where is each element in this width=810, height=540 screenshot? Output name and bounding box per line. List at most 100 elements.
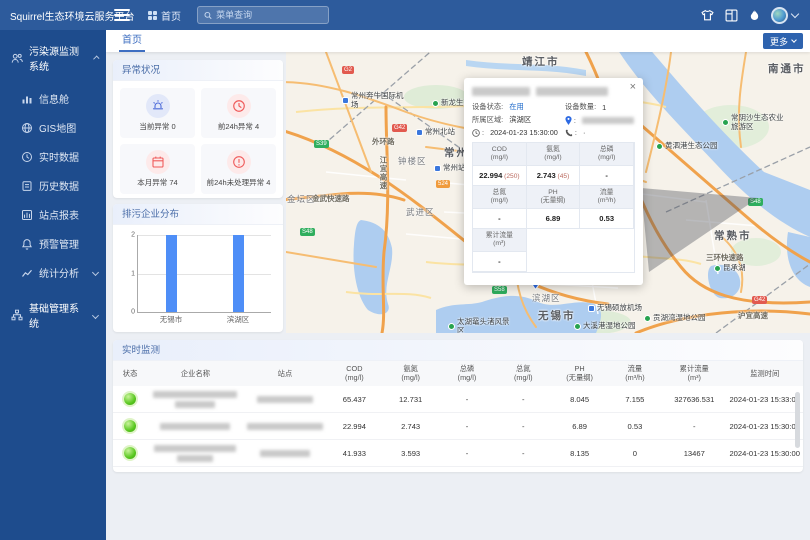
sidebar-item-历史数据[interactable]: 历史数据 bbox=[0, 171, 106, 200]
road-badge: G42 bbox=[752, 296, 767, 304]
layout-screen-icon[interactable] bbox=[725, 9, 738, 22]
value-cell: - bbox=[495, 386, 551, 413]
siren-icon bbox=[146, 94, 170, 118]
status-cell bbox=[113, 386, 147, 413]
menu-search[interactable] bbox=[197, 6, 329, 24]
alert-icon bbox=[227, 150, 251, 174]
abnormal-card-label: 前24h异常 4 bbox=[218, 121, 259, 132]
value-cell: 41.933 bbox=[326, 440, 382, 467]
hamburger-menu-icon[interactable] bbox=[114, 9, 130, 21]
column-header-累计流量: 累计流量(m³) bbox=[662, 361, 726, 386]
map-label-南通市: 南通市 bbox=[768, 61, 806, 76]
value-cell: - bbox=[495, 413, 551, 440]
sidebar-item-信息舱[interactable]: 信息舱 bbox=[0, 84, 106, 113]
sidebar-item-统计分析[interactable]: 统计分析 bbox=[0, 258, 106, 287]
sidebar-section-基础管理系统[interactable]: 基础管理系统 bbox=[0, 287, 106, 341]
poi-green-icon bbox=[644, 315, 651, 322]
close-icon[interactable]: × bbox=[630, 81, 636, 93]
users-icon bbox=[11, 52, 23, 64]
abnormal-card[interactable]: 当前异常 0 bbox=[120, 88, 195, 138]
chevron-down-icon bbox=[92, 269, 99, 276]
pin-icon bbox=[565, 116, 572, 125]
column-header-PH: PH(无量纲) bbox=[551, 361, 607, 386]
tab-home[interactable]: 首页 bbox=[119, 30, 145, 52]
breadcrumb-label: 首页 bbox=[161, 8, 181, 23]
flame-icon[interactable] bbox=[749, 9, 760, 22]
more-button[interactable]: 更多 bbox=[763, 33, 803, 49]
breadcrumb[interactable]: 首页 bbox=[148, 8, 181, 23]
topbar-actions bbox=[701, 7, 810, 24]
sidebar-section-label: 基础管理系统 bbox=[29, 300, 87, 330]
empty-cell bbox=[527, 252, 634, 272]
company-name-redacted bbox=[147, 440, 244, 467]
chart-ytick: 0 bbox=[123, 309, 135, 316]
value-cell: 65.437 bbox=[326, 386, 382, 413]
stats-icon bbox=[21, 267, 33, 279]
metric-header: 总磷(mg/l) bbox=[580, 143, 634, 166]
sidebar-item-GIS地图[interactable]: GIS地图 bbox=[0, 113, 106, 142]
station-name-redacted bbox=[244, 440, 326, 467]
abnormal-card-label: 前24h未处理异常 4 bbox=[207, 177, 271, 188]
sidebar-section-label: 污染源监测系统 bbox=[29, 43, 88, 73]
table-row[interactable]: 41.9333.593--8.1350134672024-01-23 15:30… bbox=[113, 440, 803, 467]
abnormal-card[interactable]: 前24h异常 4 bbox=[201, 88, 276, 138]
sidebar-item-label: 历史数据 bbox=[39, 178, 79, 193]
popup-time: : 2024-01-23 15:30:00 bbox=[472, 128, 565, 137]
column-header-氨氮: 氨氮(mg/l) bbox=[383, 361, 439, 386]
map-label-常州站: 常州站 bbox=[434, 164, 466, 173]
value-cell: 22.994 bbox=[326, 413, 382, 440]
road-badge: S48 bbox=[300, 228, 315, 236]
poi-green-icon bbox=[448, 323, 455, 330]
sidebar-item-站点报表[interactable]: 站点报表 bbox=[0, 200, 106, 229]
abnormal-cards: 当前异常 0 前24h异常 4 本月异常 74 前24h未处理异常 4 bbox=[113, 81, 283, 198]
metric-value: 22.994 (250) bbox=[473, 166, 527, 186]
search-input[interactable] bbox=[216, 10, 322, 20]
map-label-昆承湖: 昆承湖 bbox=[714, 264, 746, 273]
poi-green-icon bbox=[722, 119, 729, 126]
value-cell: 3.593 bbox=[383, 440, 439, 467]
status-cell bbox=[113, 440, 147, 467]
search-icon bbox=[204, 11, 212, 20]
metric-header: 氨氮(mg/l) bbox=[527, 143, 581, 166]
map-label-大溪港湿地公园: 大溪港湿地公园 bbox=[574, 322, 636, 331]
app-logo: Squirrel生态环境云服务平台 bbox=[0, 8, 106, 23]
map-label-金武快速路: 金武快速路 bbox=[312, 193, 350, 204]
dashboard-icon bbox=[21, 93, 33, 105]
sidebar-item-label: 站点报表 bbox=[39, 207, 79, 222]
device-popup: × 设备状态: 在用 设备数量: 1 所属区域: 滨湖区 : : 2024-01… bbox=[464, 78, 643, 285]
sidebar-item-预警管理[interactable]: 预警管理 bbox=[0, 229, 106, 258]
chart-gridline bbox=[138, 235, 271, 236]
metric-header: 累计流量(m³) bbox=[473, 229, 527, 252]
sidebar-item-实时数据[interactable]: 实时数据 bbox=[0, 142, 106, 171]
bar-chart: 012无锡市滨湖区 bbox=[121, 229, 275, 329]
table-row[interactable]: 22.9942.743--6.890.53-2024-01-23 15:30:0… bbox=[113, 413, 803, 440]
company-name-redacted bbox=[147, 413, 244, 440]
chart-category-label: 无锡市 bbox=[160, 314, 183, 325]
metric-header: PH(无量纲) bbox=[527, 186, 581, 209]
metric-value: - bbox=[473, 209, 527, 229]
road-badge: G42 bbox=[392, 124, 407, 132]
panel-title: 实时监测 bbox=[113, 340, 803, 361]
abnormal-card[interactable]: 前24h未处理异常 4 bbox=[201, 144, 276, 194]
value-cell: 2024-01-23 15:30:00 bbox=[726, 413, 803, 440]
alarm-icon bbox=[21, 238, 33, 250]
theme-skin-icon[interactable] bbox=[701, 9, 714, 22]
user-menu[interactable] bbox=[771, 7, 798, 24]
metric-header: 流量(m³/h) bbox=[580, 186, 634, 209]
popup-title-redacted bbox=[472, 87, 635, 96]
sidebar-section-污染源监测系统[interactable]: 污染源监测系统 bbox=[0, 30, 106, 84]
popup-fields: 设备状态: 在用 设备数量: 1 所属区域: 滨湖区 : : 2024-01-2… bbox=[472, 102, 635, 137]
phone: : · bbox=[565, 128, 635, 137]
empty-cell bbox=[527, 229, 634, 252]
value-cell: 2024-01-23 15:30:00 bbox=[726, 440, 803, 467]
road-badge: 524 bbox=[436, 180, 450, 188]
map-label-外环路: 外环路 bbox=[372, 136, 395, 147]
table-scrollbar[interactable] bbox=[795, 392, 800, 448]
station-name-redacted bbox=[244, 413, 326, 440]
table-row[interactable]: 65.43712.731--8.0457.155327636.5312024-0… bbox=[113, 386, 803, 413]
map-label-常阴沙生态农业旅游区: 常阴沙生态农业旅游区 bbox=[722, 114, 788, 131]
column-header-企业名称: 企业名称 bbox=[147, 361, 244, 386]
column-header-站点: 站点 bbox=[244, 361, 326, 386]
map-label-常州北站: 常州北站 bbox=[416, 128, 455, 137]
abnormal-card[interactable]: 本月异常 74 bbox=[120, 144, 195, 194]
